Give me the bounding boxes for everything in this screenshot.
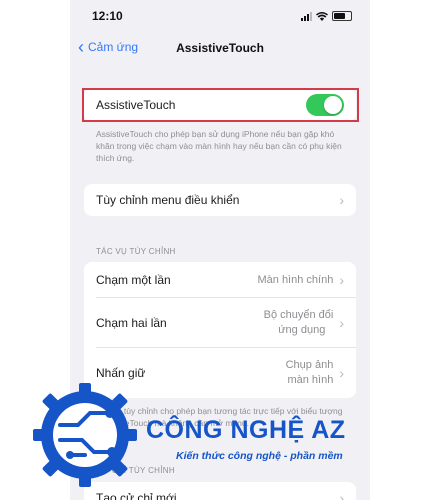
cellular-signal-icon: [301, 12, 312, 21]
chevron-right-icon: ›: [339, 315, 344, 331]
custom-actions-card: Chạm một lần Màn hình chính › Chạm hai l…: [84, 262, 356, 398]
gear-circuit-logo-icon: [33, 383, 137, 487]
wifi-icon: [316, 12, 328, 21]
navigation-bar: ‹ Cảm ứng AssistiveTouch: [70, 32, 370, 64]
action-value: Màn hình chính: [257, 273, 334, 286]
chevron-right-icon: ›: [339, 365, 344, 381]
action-value-line1: Chụp ảnh: [285, 359, 334, 371]
action-label: Nhấn giữ: [96, 366, 146, 380]
status-time: 12:10: [92, 9, 123, 23]
action-value: Bộ chuyển đổi ứng dụng: [264, 308, 334, 338]
action-row-double-tap[interactable]: Chạm hai lần Bộ chuyển đổi ứng dụng ›: [84, 298, 356, 348]
battery-icon: [332, 11, 352, 21]
highlight-box: [82, 88, 359, 122]
customize-menu-card: Tùy chỉnh menu điều khiển ›: [84, 184, 356, 216]
chevron-right-icon: ›: [339, 490, 344, 500]
chevron-right-icon: ›: [339, 192, 344, 208]
custom-actions-header: TÁC VỤ TÙY CHỈNH: [96, 247, 176, 256]
watermark-tagline: Kiến thức công nghệ - phần mềm: [176, 450, 343, 462]
action-value-line1: Bộ chuyển đổi: [263, 309, 334, 321]
status-bar: 12:10: [70, 0, 370, 32]
watermark: CÔNG NGHỆ AZ Kiến thức công nghệ - phần …: [30, 380, 410, 490]
page-title: AssistiveTouch: [176, 41, 264, 55]
action-row-single-tap[interactable]: Chạm một lần Màn hình chính ›: [84, 262, 356, 298]
watermark-brand: CÔNG NGHỆ AZ: [146, 416, 346, 444]
action-label: Chạm hai lần: [96, 316, 167, 330]
customize-menu-row[interactable]: Tùy chỉnh menu điều khiển ›: [84, 184, 356, 216]
create-gesture-label: Tạo cử chỉ mới: [96, 491, 177, 500]
status-icons: [301, 11, 352, 21]
action-label: Chạm một lần: [96, 273, 171, 287]
customize-menu-label: Tùy chỉnh menu điều khiển: [96, 193, 240, 207]
action-value-line2: ứng dụng: [278, 324, 326, 336]
chevron-right-icon: ›: [339, 272, 344, 288]
assistivetouch-description: AssistiveTouch cho phép bạn sử dụng iPho…: [96, 129, 342, 163]
